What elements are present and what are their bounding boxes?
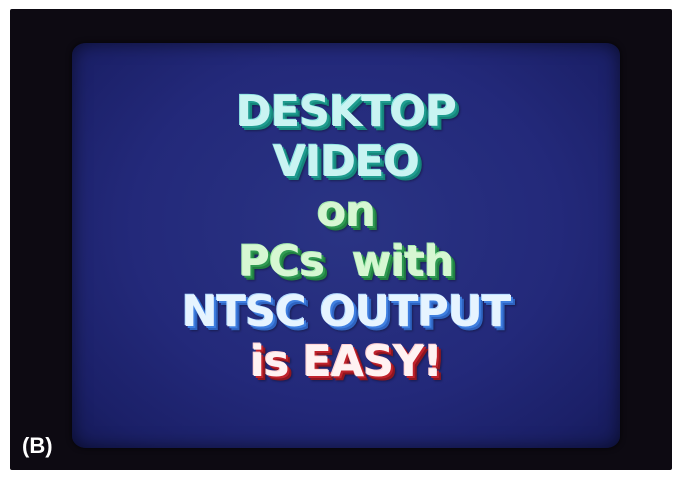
figure-panel-label: (B) <box>22 433 53 458</box>
crt-monitor-photo: DESKTOP VIDEO on PCs with NTSC OUTPUT is… <box>10 9 672 470</box>
crt-screen: DESKTOP VIDEO on PCs with NTSC OUTPUT is… <box>72 43 620 448</box>
figure-frame: DESKTOP VIDEO on PCs with NTSC OUTPUT is… <box>0 0 682 479</box>
crt-text-line-ntsc-output: NTSC OUTPUT <box>181 287 511 337</box>
crt-text-line-video: VIDEO <box>273 137 420 187</box>
crt-text-line-desktop: DESKTOP <box>236 87 457 137</box>
crt-text-line-pcs-with: PCs with <box>238 237 454 287</box>
crt-text-line-on: on <box>316 187 376 237</box>
crt-text-line-is-easy: is EASY! <box>250 337 443 387</box>
